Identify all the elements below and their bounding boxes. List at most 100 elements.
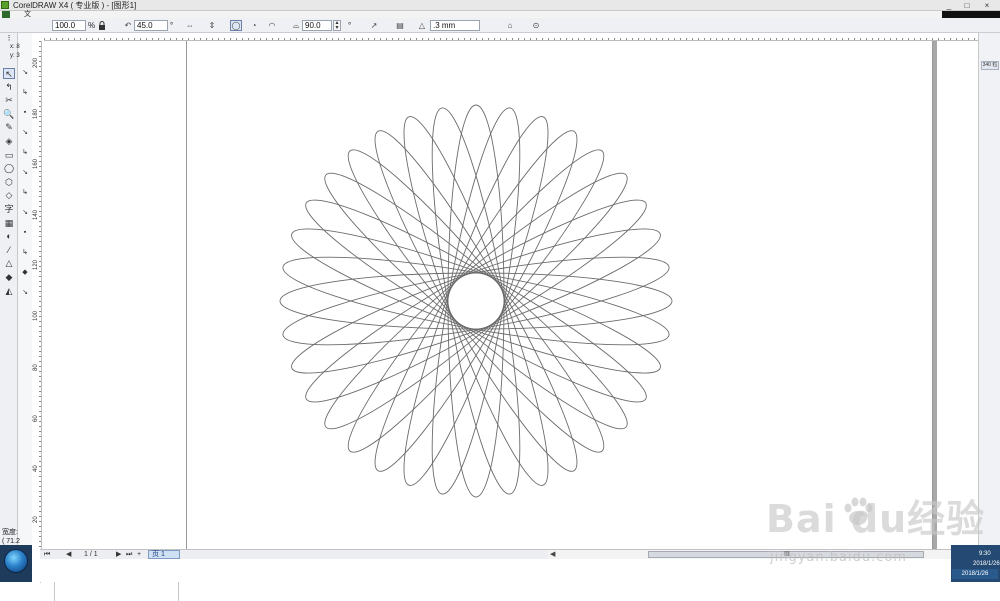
clock-time[interactable]: 9:30 [979, 551, 991, 557]
freehand-tool[interactable]: ✎ [3, 122, 15, 133]
table-tool[interactable]: ▦ [3, 218, 15, 229]
last-page-button[interactable]: ⏭ [126, 550, 132, 559]
pick-tool[interactable]: ↖ [3, 68, 15, 79]
outline-tool[interactable]: △ [3, 258, 15, 269]
save-icon[interactable]: ⊙ [530, 20, 542, 31]
flyout-arrow-icon[interactable]: ↘ [21, 69, 29, 77]
menu-item-file[interactable]: 文 [24, 11, 31, 18]
polygon-tool[interactable]: ⬡ [3, 177, 15, 188]
flyout-arrow-icon[interactable]: ▪ [21, 109, 29, 117]
document-icon[interactable] [2, 11, 10, 18]
arc-direction-button[interactable]: ↗ [368, 20, 380, 31]
flyout-arrow-icon[interactable]: ↳ [21, 189, 29, 197]
vertical-ruler-tick-label: 140 [33, 209, 39, 220]
ellipse-rosette-drawing[interactable] [276, 101, 676, 501]
page-tab-1[interactable]: 页 1 [148, 550, 180, 559]
vertical-ruler-tick-label: 100 [33, 310, 39, 321]
ellipse-tool[interactable]: ◯ [3, 163, 15, 174]
eyedropper-tool[interactable]: ⁄ [3, 245, 15, 256]
flyout-arrow-icon[interactable]: ↳ [21, 249, 29, 257]
petal-ellipse[interactable] [329, 133, 624, 469]
close-button[interactable]: × [982, 1, 992, 10]
flyout-arrow-icon[interactable]: ↘ [21, 129, 29, 137]
clock-date[interactable]: 2018/1/26 [973, 561, 1000, 567]
add-page-button[interactable]: + [137, 550, 141, 559]
title-bar: CorelDRAW X4 ( 专业版 ) - [图形1] _ □ × [0, 0, 1000, 11]
windows-start-icon[interactable] [4, 549, 28, 573]
zoom-input[interactable]: 100.0 [52, 20, 86, 31]
drawing-workspace[interactable] [44, 41, 978, 549]
minimize-button[interactable]: _ [944, 1, 954, 10]
scroll-grip: III [784, 551, 790, 558]
page-counter: 1 / 1 [84, 551, 98, 558]
mirror-horizontal-button[interactable]: ⇔ [184, 20, 196, 31]
page-navigator: ⏮ ◀ 1 / 1 ▶ ⏭ + 页 1 [40, 549, 548, 559]
rotation-input[interactable]: 45.0 [134, 20, 168, 31]
outline-width-select[interactable]: .3 mm [430, 20, 480, 31]
petal-ellipse[interactable] [447, 104, 505, 498]
flyout-column: ↘ ↳ ▪ ↘ ↳ ↘ ↳ ↘ ▪ ↳ ◆ ↘ [18, 33, 32, 545]
vertical-ruler-tick-label: 120 [33, 259, 39, 270]
docker-tab[interactable]: 340 粒 [981, 61, 999, 70]
interactive-tool[interactable]: ◐ [3, 231, 15, 242]
divider [54, 582, 55, 601]
pie-mode-button[interactable]: ◔ [248, 20, 260, 31]
petal-ellipse[interactable] [383, 107, 570, 495]
angle-input[interactable]: 90.0 [302, 20, 332, 31]
rectangle-tool[interactable]: ▭ [3, 150, 15, 161]
menu-bar: 文 [0, 11, 1000, 18]
outline-pen-icon: △ [418, 21, 426, 30]
petal-ellipse[interactable] [329, 133, 624, 469]
arc-mode-button[interactable]: ◠ [266, 20, 278, 31]
arc-angle-icon: ⌓ [292, 21, 300, 30]
horizontal-scrollbar[interactable]: ◀ III ▶ [548, 549, 978, 559]
next-page-button[interactable]: ▶ [116, 550, 121, 559]
petal-ellipse[interactable] [383, 107, 570, 495]
horizontal-ruler[interactable] [44, 33, 978, 41]
rotation-unit: ° [170, 21, 174, 30]
flyout-arrow-icon[interactable]: ↘ [21, 209, 29, 217]
bottom-strip [0, 582, 1000, 601]
flyout-arrow-icon[interactable]: ↳ [21, 149, 29, 157]
y-coordinate-label: y: 3 [10, 53, 20, 59]
flyout-arrow-icon[interactable]: ↘ [21, 289, 29, 297]
petal-ellipse[interactable] [282, 208, 670, 395]
flyout-arrow-icon[interactable]: ◆ [21, 269, 29, 277]
divider [178, 582, 179, 601]
convert-to-curves-button[interactable]: ⌂ [504, 20, 516, 31]
status-width-label: 宽度: [2, 529, 18, 536]
prev-page-button[interactable]: ◀ [66, 550, 71, 559]
petal-ellipse[interactable] [308, 154, 644, 449]
vertical-ruler-tick-label: 160 [33, 158, 39, 169]
flyout-arrow-icon[interactable]: ↘ [21, 169, 29, 177]
ellipse-mode-button[interactable]: ◯ [230, 20, 242, 31]
petal-ellipse[interactable] [282, 208, 670, 395]
text-tool[interactable]: 字 [3, 204, 15, 215]
divider [40, 582, 41, 583]
petal-ellipse[interactable] [308, 154, 644, 449]
first-page-button[interactable]: ⏮ [44, 550, 50, 559]
crop-tool[interactable]: ✂ [3, 95, 15, 106]
menu-bar-edge [942, 11, 1000, 18]
window-title: CorelDRAW X4 ( 专业版 ) - [图形1] [13, 1, 137, 10]
interactive-fill-tool[interactable]: ◭ [3, 286, 15, 297]
property-bar: 100.0 % ↶ 45.0 ° ⇔ ⇕ ◯ ◔ ◠ ⌓ 90.0 ▴ ▾ ° ↗… [0, 18, 1000, 33]
shape-tool[interactable]: ↰ [3, 82, 15, 93]
right-docker-strip: 340 粒 [978, 33, 1000, 545]
flyout-arrow-icon[interactable]: ▪ [21, 229, 29, 237]
fill-tool[interactable]: ◆ [3, 272, 15, 283]
smart-fill-tool[interactable]: ◈ [3, 136, 15, 147]
basic-shapes-tool[interactable]: ◇ [3, 190, 15, 201]
lock-icon[interactable] [96, 20, 108, 31]
angle-spinner[interactable]: ▴ ▾ [333, 20, 341, 31]
wrap-text-button[interactable]: ▤ [394, 20, 406, 31]
petal-ellipse[interactable] [279, 272, 673, 330]
page-shadow [933, 41, 937, 549]
scroll-left-arrow[interactable]: ◀ [550, 550, 555, 559]
mirror-vertical-button[interactable]: ⇕ [206, 20, 218, 31]
rotate-icon: ↶ [124, 21, 132, 30]
coreldraw-app-icon[interactable] [1, 1, 9, 9]
maximize-button[interactable]: □ [962, 1, 972, 10]
flyout-arrow-icon[interactable]: ↳ [21, 89, 29, 97]
zoom-tool[interactable]: 🔍 [3, 109, 15, 120]
